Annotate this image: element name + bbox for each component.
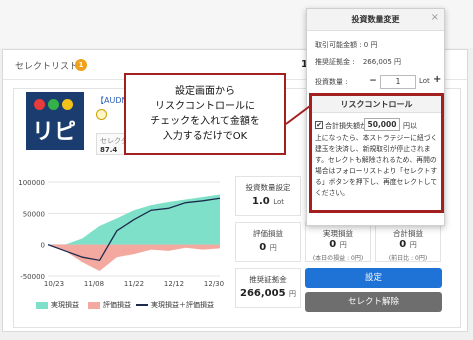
count-badge: 1 xyxy=(75,59,87,71)
quantity-stepper: 投資数量 : − 1 Lot + xyxy=(315,74,441,89)
callout-line-2: リスクコントロールに xyxy=(155,101,255,112)
callout-arrow xyxy=(285,105,311,125)
eval-pnl-box: 評価損益 0 円 xyxy=(235,222,301,262)
release-select-button[interactable]: セレクト解除 xyxy=(305,292,442,312)
series-unrealized-area xyxy=(48,244,220,271)
realized-pnl-value: 0 xyxy=(329,239,337,250)
total-pnl-label: 合計損益 xyxy=(393,229,423,238)
popup-margin-label: 推奨証拠金 : xyxy=(315,58,355,66)
y-tick-label: 100000 xyxy=(18,179,45,187)
panel-title: セレクトリスト xyxy=(15,62,79,72)
quantity-setting-box: 投資数量設定 1.0 Lot xyxy=(235,176,301,216)
legend-unrealized-swatch xyxy=(88,301,100,309)
risk-control-title: リスクコントロール xyxy=(312,96,441,113)
recommended-margin-label: 推奨証拠金 xyxy=(249,275,287,284)
x-tick-label: 11/22 xyxy=(124,280,144,288)
legend-realized-swatch xyxy=(36,301,48,309)
selector-value: 87.4 xyxy=(100,146,118,154)
page: セレクトリスト 1 1 リピ 【AUDNZ セレクタ 87.4 100000 50… xyxy=(0,0,473,340)
total-pnl-value-wrap: 0 円 xyxy=(376,239,440,250)
yellow-dot-icon xyxy=(62,99,73,110)
quantity-setting-value: 1.0 xyxy=(251,196,270,207)
x-tick-label: 12/12 xyxy=(164,280,184,288)
quantity-input[interactable]: 1 xyxy=(380,75,416,89)
instruction-callout: 設定画面から リスクコントロールに チェックを入れて金額を 入力するだけでOK xyxy=(124,73,286,155)
risk-control-section: リスクコントロール ✔ 合計損失額が 50,000 円以 上になったら、本ストラ… xyxy=(309,93,444,213)
total-pnl-unit: 円 xyxy=(409,241,417,249)
legend-realized-label: 実現損益 xyxy=(51,301,79,309)
callout-line-4: 入力するだけでOK xyxy=(162,131,248,142)
logo-text: リピ xyxy=(32,120,77,145)
repi-logo: リピ xyxy=(26,92,84,150)
realized-pnl-note: (本日の損益 : 0円) xyxy=(312,255,364,262)
quantity-label: 投資数量 : xyxy=(315,78,348,86)
pnl-chart: 100000 50000 0 -5000010/23 11/08 11/22 12/12 12… xyxy=(18,179,224,288)
callout-line-1: 設定画面から xyxy=(175,86,235,97)
risk-control-prefix: 合計損失額が xyxy=(325,122,367,130)
recommended-margin-unit: 円 xyxy=(289,290,297,298)
quantity-setting-unit: Lot xyxy=(273,198,284,206)
legend-unrealized-label: 評価損益 xyxy=(103,301,131,309)
quantity-unit: Lot xyxy=(419,77,430,85)
green-dot-icon xyxy=(48,99,59,110)
recommended-margin-value-wrap: 266,005 円 xyxy=(236,288,300,299)
legend-realized: 実現損益 xyxy=(36,300,79,310)
loss-amount-input[interactable]: 50,000 xyxy=(364,118,400,131)
red-dot-icon xyxy=(34,99,45,110)
close-icon[interactable]: × xyxy=(431,12,439,23)
smile-icon xyxy=(96,109,107,120)
total-pnl-value: 0 xyxy=(399,239,407,250)
plus-button[interactable]: + xyxy=(433,74,441,85)
chart-legend: 実現損益 評価損益 実現損益＋評価損益 xyxy=(22,300,232,312)
total-pnl-box: 合計損益 0 円 (前日比 : 0円) xyxy=(375,222,441,262)
recommended-margin-box: 推奨証拠金 266,005 円 xyxy=(235,268,301,308)
eval-pnl-value: 0 xyxy=(259,242,267,253)
realized-pnl-box: 実現損益 0 円 (本日の損益 : 0円) xyxy=(305,222,371,262)
legend-total: 実現損益＋評価損益 xyxy=(136,300,214,310)
legend-total-line xyxy=(136,304,148,306)
legend-total-label: 実現損益＋評価損益 xyxy=(151,301,214,309)
total-pnl-note: (前日比 : 0円) xyxy=(388,255,428,262)
popup-title: 投資数量変更 xyxy=(307,9,444,31)
x-tick-label: 12/30 xyxy=(204,280,224,288)
quantity-setting-value-wrap: 1.0 Lot xyxy=(236,196,300,207)
eval-pnl-label: 評価損益 xyxy=(253,229,283,238)
minus-button[interactable]: − xyxy=(367,75,379,89)
set-button[interactable]: 設定 xyxy=(305,268,442,288)
realized-pnl-value-wrap: 0 円 xyxy=(306,239,370,250)
available-amount: 取引可能金額 : 0 円 xyxy=(315,41,378,49)
legend-unrealized: 評価損益 xyxy=(88,300,131,310)
x-tick-label: 10/23 xyxy=(44,280,64,288)
callout-line-3: チェックを入れて金額を xyxy=(150,116,260,127)
risk-control-suffix: 円以 xyxy=(403,122,417,130)
y-tick-label: 50000 xyxy=(23,210,45,218)
realized-pnl-label: 実現損益 xyxy=(323,229,353,238)
risk-control-description: 上になったら、本ストラテジーに紐づく建玉を決済し、新規取引が停止されます。セレク… xyxy=(315,134,438,197)
y-tick-label: 0 xyxy=(41,242,45,250)
eval-pnl-value-wrap: 0 円 xyxy=(236,242,300,253)
popup-margin-row: 推奨証拠金 : 266,005 円 xyxy=(315,57,401,67)
popup-margin-value: 266,005 円 xyxy=(362,58,401,66)
quantity-setting-label: 投資数量設定 xyxy=(245,183,291,192)
x-tick-label: 11/08 xyxy=(84,280,104,288)
recommended-margin-value: 266,005 xyxy=(239,288,286,299)
risk-control-checkbox[interactable]: ✔ xyxy=(315,121,323,129)
realized-pnl-unit: 円 xyxy=(339,241,347,249)
eval-pnl-unit: 円 xyxy=(269,244,277,252)
y-tick-label: -50000 xyxy=(20,273,45,281)
